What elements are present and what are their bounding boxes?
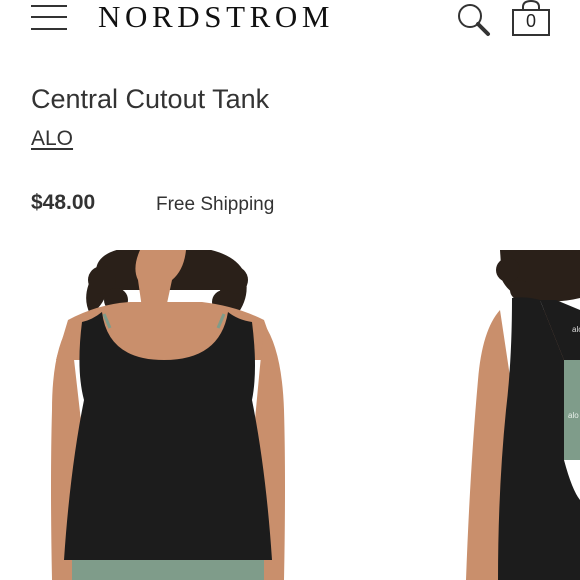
product-image-back[interactable]: alo alo bbox=[460, 250, 580, 580]
site-header: NORDSTROM 0 bbox=[0, 0, 580, 44]
shopping-bag-icon[interactable]: 0 bbox=[511, 0, 551, 38]
svg-text:alo: alo bbox=[568, 411, 579, 420]
nordstrom-logo[interactable]: NORDSTROM bbox=[98, 0, 334, 34]
brand-link[interactable]: ALO bbox=[31, 127, 73, 151]
search-icon[interactable] bbox=[456, 3, 492, 37]
bag-count: 0 bbox=[525, 11, 536, 31]
product-title: Central Cutout Tank bbox=[31, 84, 270, 114]
shipping-info: Free Shipping bbox=[156, 194, 275, 215]
svg-text:alo: alo bbox=[572, 325, 580, 334]
product-image-front[interactable] bbox=[38, 250, 300, 580]
hamburger-menu-icon[interactable] bbox=[31, 3, 67, 31]
product-price: $48.00 bbox=[31, 191, 96, 214]
